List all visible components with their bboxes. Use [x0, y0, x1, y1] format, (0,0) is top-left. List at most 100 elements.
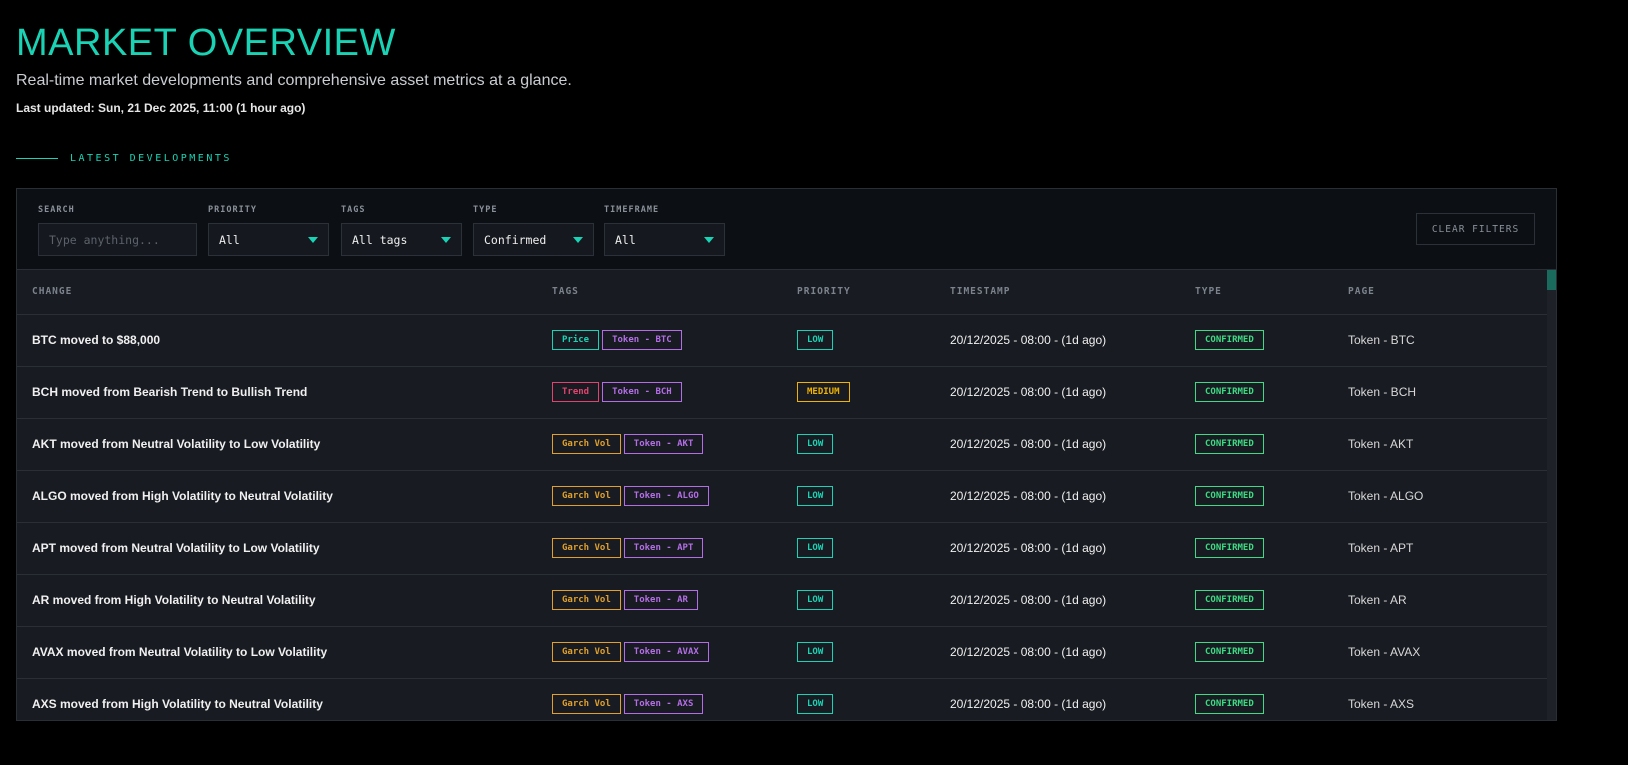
table-header-row: CHANGE TAGS PRIORITY TIMESTAMP TYPE PAGE	[17, 270, 1547, 315]
table-row[interactable]: BTC moved to $88,000 Price Token - BTC LO…	[17, 314, 1547, 367]
change-cell: APT moved from Neutral Volatility to Low…	[17, 522, 537, 575]
type-select[interactable]: Confirmed	[473, 223, 594, 256]
change-cell: AXS moved from High Volatility to Neutra…	[17, 678, 537, 720]
page-title: MARKET OVERVIEW	[16, 22, 396, 64]
table-row[interactable]: AKT moved from Neutral Volatility to Low…	[17, 418, 1547, 471]
page-link[interactable]: Token - AVAX	[1333, 626, 1547, 679]
table-row[interactable]: BCH moved from Bearish Trend to Bullish …	[17, 366, 1547, 419]
column-header-type[interactable]: TYPE	[1180, 270, 1333, 315]
tags-cell: Trend Token - BCH	[537, 366, 782, 419]
tags-cell: Garch Vol Token - AXS	[537, 678, 782, 720]
tag-badge[interactable]: Token - ALGO	[623, 486, 709, 506]
tags-cell: Price Token - BTC	[537, 314, 782, 367]
timestamp-cell: 20/12/2025 - 08:00 - (1d ago)	[935, 470, 1180, 523]
page-link[interactable]: Token - BTC	[1333, 314, 1547, 367]
page-link[interactable]: Token - APT	[1333, 522, 1547, 575]
type-badge: CONFIRMED	[1195, 434, 1264, 454]
change-cell: AVAX moved from Neutral Volatility to Lo…	[17, 626, 537, 679]
section-divider	[16, 158, 58, 159]
tag-badge[interactable]: Garch Vol	[552, 642, 621, 662]
tag-badge[interactable]: Token - AVAX	[623, 642, 709, 662]
tag-badge[interactable]: Garch Vol	[552, 486, 621, 506]
priority-badge: LOW	[797, 538, 834, 558]
priority-badge: MEDIUM	[797, 382, 850, 402]
search-input[interactable]: Type anything...	[38, 223, 197, 256]
change-cell: BCH moved from Bearish Trend to Bullish …	[17, 366, 537, 419]
table-row[interactable]: ALGO moved from High Volatility to Neutr…	[17, 470, 1547, 523]
type-cell: CONFIRMED	[1180, 522, 1333, 575]
developments-table: CHANGE TAGS PRIORITY TIMESTAMP TYPE PAGE…	[17, 270, 1547, 720]
tag-badge[interactable]: Garch Vol	[552, 538, 621, 558]
search-label: SEARCH	[38, 205, 75, 215]
type-value: Confirmed	[484, 232, 547, 247]
type-badge: CONFIRMED	[1195, 590, 1264, 610]
page-link[interactable]: Token - BCH	[1333, 366, 1547, 419]
tag-badge[interactable]: Trend	[552, 382, 600, 402]
tag-badge[interactable]: Token - AR	[623, 590, 698, 610]
priority-cell: LOW	[782, 678, 935, 720]
type-badge: CONFIRMED	[1195, 486, 1264, 506]
priority-cell: LOW	[782, 314, 935, 367]
filter-bar: SEARCH Type anything... PRIORITY All TAG…	[17, 189, 1556, 270]
timeframe-label: TIMEFRAME	[604, 205, 660, 215]
type-badge: CONFIRMED	[1195, 330, 1264, 350]
priority-badge: LOW	[797, 590, 834, 610]
clear-filters-button[interactable]: CLEAR FILTERS	[1416, 213, 1535, 245]
page-link[interactable]: Token - ALGO	[1333, 470, 1547, 523]
timestamp-cell: 20/12/2025 - 08:00 - (1d ago)	[935, 678, 1180, 720]
page-link[interactable]: Token - AXS	[1333, 678, 1547, 720]
table-row[interactable]: APT moved from Neutral Volatility to Low…	[17, 522, 1547, 575]
tags-label: TAGS	[341, 205, 366, 215]
section-header: LATEST DEVELOPMENTS	[16, 153, 232, 164]
tag-badge[interactable]: Token - BTC	[602, 330, 682, 350]
column-header-timestamp[interactable]: TIMESTAMP	[935, 270, 1180, 315]
priority-badge: LOW	[797, 434, 834, 454]
table-row[interactable]: AR moved from High Volatility to Neutral…	[17, 574, 1547, 627]
priority-cell: LOW	[782, 522, 935, 575]
priority-cell: LOW	[782, 418, 935, 471]
table-row[interactable]: AXS moved from High Volatility to Neutra…	[17, 678, 1547, 720]
timestamp-cell: 20/12/2025 - 08:00 - (1d ago)	[935, 366, 1180, 419]
priority-badge: LOW	[797, 486, 834, 506]
developments-panel: SEARCH Type anything... PRIORITY All TAG…	[16, 188, 1557, 721]
type-cell: CONFIRMED	[1180, 314, 1333, 367]
type-cell: CONFIRMED	[1180, 574, 1333, 627]
type-badge: CONFIRMED	[1195, 694, 1264, 714]
timestamp-cell: 20/12/2025 - 08:00 - (1d ago)	[935, 314, 1180, 367]
priority-cell: LOW	[782, 574, 935, 627]
tags-cell: Garch Vol Token - ALGO	[537, 470, 782, 523]
timeframe-value: All	[615, 232, 636, 247]
column-header-change[interactable]: CHANGE	[17, 270, 537, 315]
timestamp-cell: 20/12/2025 - 08:00 - (1d ago)	[935, 626, 1180, 679]
tag-badge[interactable]: Token - AKT	[623, 434, 704, 454]
priority-value: All	[219, 232, 240, 247]
page-link[interactable]: Token - AR	[1333, 574, 1547, 627]
priority-select[interactable]: All	[208, 223, 329, 256]
tag-badge[interactable]: Token - APT	[623, 538, 704, 558]
timeframe-select[interactable]: All	[604, 223, 725, 256]
tag-badge[interactable]: Garch Vol	[552, 694, 621, 714]
type-badge: CONFIRMED	[1195, 538, 1264, 558]
priority-label: PRIORITY	[208, 205, 257, 215]
chevron-down-icon	[441, 236, 451, 243]
scrollbar-thumb[interactable]	[1547, 270, 1556, 290]
timestamp-cell: 20/12/2025 - 08:00 - (1d ago)	[935, 522, 1180, 575]
page-link[interactable]: Token - AKT	[1333, 418, 1547, 471]
column-header-priority[interactable]: PRIORITY	[782, 270, 935, 315]
tag-badge[interactable]: Garch Vol	[552, 434, 621, 454]
column-header-page[interactable]: PAGE	[1333, 270, 1547, 315]
tag-badge[interactable]: Price	[552, 330, 600, 350]
column-header-tags[interactable]: TAGS	[537, 270, 782, 315]
priority-cell: LOW	[782, 470, 935, 523]
tags-select[interactable]: All tags	[341, 223, 462, 256]
tag-badge[interactable]: Token - AXS	[623, 694, 704, 714]
table-row[interactable]: AVAX moved from Neutral Volatility to Lo…	[17, 626, 1547, 679]
tags-cell: Garch Vol Token - AVAX	[537, 626, 782, 679]
tag-badge[interactable]: Token - BCH	[602, 382, 682, 402]
timestamp-cell: 20/12/2025 - 08:00 - (1d ago)	[935, 418, 1180, 471]
scrollbar[interactable]	[1547, 270, 1556, 720]
priority-badge: LOW	[797, 694, 834, 714]
chevron-down-icon	[573, 236, 583, 243]
chevron-down-icon	[704, 236, 714, 243]
tag-badge[interactable]: Garch Vol	[552, 590, 621, 610]
